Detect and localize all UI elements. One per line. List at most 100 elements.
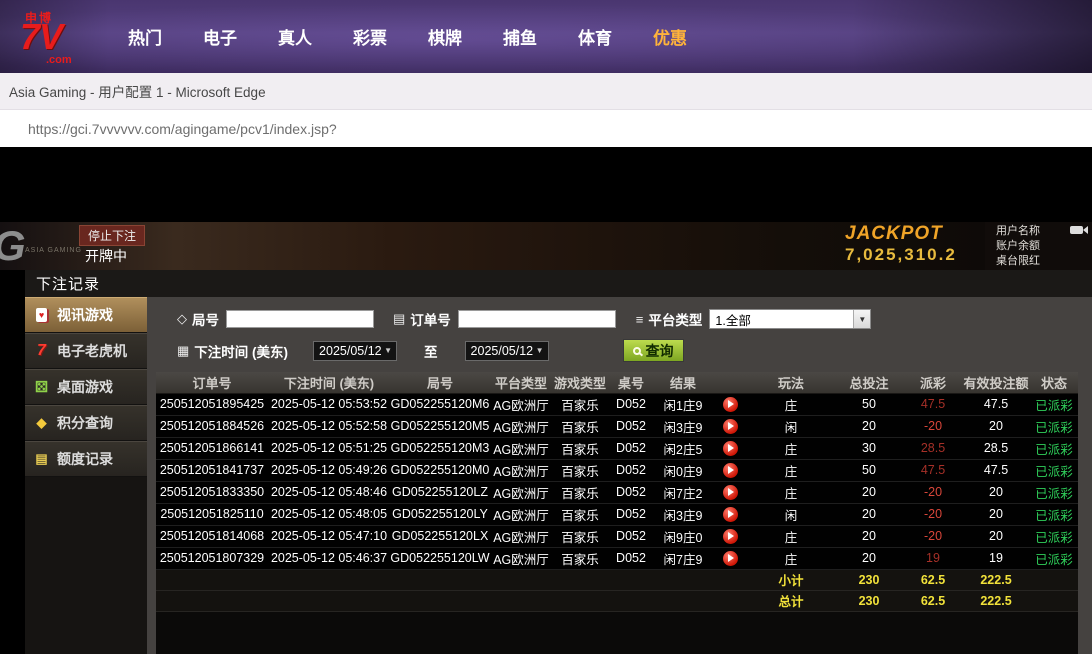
sidebar-item-video-games[interactable]: ♥ 视讯游戏 [25, 297, 147, 333]
cell-play: 庄 [748, 437, 834, 459]
sidebar-item-label: 电子老虎机 [57, 341, 127, 361]
dropdown-arrow-icon[interactable]: ▼ [853, 310, 870, 328]
browser-urlbar[interactable]: https://gci.7vvvvvv.com/agingame/pcv1/in… [0, 110, 1092, 147]
nav-item-lottery[interactable]: 彩票 [353, 24, 387, 49]
sidebar-item-slots[interactable]: 7 电子老虎机 [25, 333, 147, 369]
date-to-value: 2025/05/12 [471, 344, 534, 358]
nav-item-promotions[interactable]: 优惠 [653, 24, 687, 49]
sidebar-item-points-query[interactable]: ◆ 积分查询 [25, 405, 147, 441]
replay-button[interactable] [723, 397, 738, 412]
bet-time-label: 下注时间 (美东) [194, 341, 288, 361]
nav-item-sports[interactable]: 体育 [578, 24, 612, 49]
order-number-input[interactable] [458, 310, 616, 328]
play-icon [728, 532, 734, 540]
cell-total-bet: 50 [834, 459, 904, 481]
col-platform: 平台类型 [490, 372, 552, 393]
search-button[interactable]: 查询 [623, 339, 684, 362]
replay-button[interactable] [723, 419, 738, 434]
cell-platform: AG欧洲厅 [490, 437, 552, 459]
cell-replay [712, 481, 748, 503]
replay-button[interactable] [723, 551, 738, 566]
round-number-input[interactable] [226, 310, 374, 328]
replay-button[interactable] [723, 463, 738, 478]
cell-valid-bet: 28.5 [962, 437, 1030, 459]
cell-valid-bet: 20 [962, 415, 1030, 437]
sidebar: ♥ 视讯游戏 7 电子老虎机 ⚄ 桌面游戏 ◆ 积分查询 ▤ 额度记录 [25, 297, 147, 654]
casino-hero: G ASIA GAMING 停止下注 开牌中 JACKPOT 7,025,310… [0, 222, 1092, 270]
table-row: 250512051807329 2025-05-12 05:46:37 GD05… [156, 547, 1078, 569]
search-icon [633, 347, 641, 355]
search-button-label: 查询 [646, 341, 674, 361]
replay-button[interactable] [723, 507, 738, 522]
cell-status: 已派彩 [1030, 393, 1078, 415]
clipboard-icon: ▤ [393, 311, 405, 327]
sidebar-item-label: 积分查询 [57, 413, 113, 433]
cell-payout: 47.5 [904, 393, 962, 415]
slot-seven-icon: 7 [32, 342, 51, 360]
site-logo[interactable]: 申博 7V .com [18, 8, 90, 66]
col-game-type: 游戏类型 [552, 372, 608, 393]
cell-order-id: 250512051866141 [156, 437, 268, 459]
nav-item-slots[interactable]: 电子 [203, 24, 237, 49]
cell-replay [712, 415, 748, 437]
cell-order-id: 250512051841737 [156, 459, 268, 481]
cell-play: 庄 [748, 459, 834, 481]
cell-total-bet: 30 [834, 437, 904, 459]
page: 申博 7V .com 热门 电子 真人 彩票 棋牌 捕鱼 体育 优惠 Asia … [0, 0, 1092, 654]
nav-item-chess[interactable]: 棋牌 [428, 24, 462, 49]
cell-game-type: 百家乐 [552, 547, 608, 569]
dice-icon: ⚄ [32, 378, 51, 396]
col-bet-time: 下注时间 (美东) [268, 372, 390, 393]
cell-replay [712, 437, 748, 459]
date-from-picker[interactable]: 2025/05/12 ▼ [313, 341, 397, 361]
sidebar-item-table-games[interactable]: ⚄ 桌面游戏 [25, 369, 147, 405]
platform-selected-value: 1.全部 [715, 310, 750, 329]
cell-game-type: 百家乐 [552, 459, 608, 481]
play-icon [728, 488, 734, 496]
grand-total-valid-bet: 222.5 [962, 590, 1030, 611]
nav-item-fishing[interactable]: 捕鱼 [503, 24, 537, 49]
table-row: 250512051833350 2025-05-12 05:48:46 GD05… [156, 481, 1078, 503]
dropdown-arrow-icon: ▼ [384, 346, 392, 355]
nav-item-live[interactable]: 真人 [278, 24, 312, 49]
url-text[interactable]: https://gci.7vvvvvv.com/agingame/pcv1/in… [28, 121, 337, 137]
cell-replay [712, 503, 748, 525]
cell-table-id: D052 [608, 459, 654, 481]
jackpot-display: JACKPOT 7,025,310.2 [845, 223, 995, 265]
cell-round-id: GD052255120M0 [390, 459, 490, 481]
cell-valid-bet: 20 [962, 503, 1030, 525]
cell-platform: AG欧洲厅 [490, 547, 552, 569]
col-valid-bet: 有效投注额 [962, 372, 1030, 393]
cell-valid-bet: 19 [962, 547, 1030, 569]
browser-titlebar: Asia Gaming - 用户配置 1 - Microsoft Edge [0, 73, 1092, 110]
cell-platform: AG欧洲厅 [490, 393, 552, 415]
nav-item-hot[interactable]: 热门 [128, 24, 162, 49]
cell-play: 庄 [748, 525, 834, 547]
grand-total-total-bet: 230 [834, 590, 904, 611]
cell-result: 闲7庄9 [654, 547, 712, 569]
replay-button[interactable] [723, 485, 738, 500]
cell-payout: 47.5 [904, 459, 962, 481]
order-number-label: 订单号 [410, 309, 451, 329]
panel-body: ♥ 视讯游戏 7 电子老虎机 ⚄ 桌面游戏 ◆ 积分查询 ▤ 额度记录 [25, 297, 1092, 654]
replay-button[interactable] [723, 441, 738, 456]
cell-payout: -20 [904, 503, 962, 525]
cell-status: 已派彩 [1030, 415, 1078, 437]
replay-button[interactable] [723, 529, 738, 544]
cell-table-id: D052 [608, 481, 654, 503]
date-to-picker[interactable]: 2025/05/12 ▼ [465, 341, 549, 361]
account-balance-label: 账户余额 [996, 239, 1092, 254]
cell-order-id: 250512051884526 [156, 415, 268, 437]
cell-round-id: GD052255120M5 [390, 415, 490, 437]
calendar-icon: ▦ [177, 343, 189, 359]
sidebar-item-credit-records[interactable]: ▤ 额度记录 [25, 441, 147, 477]
subtotal-payout: 62.5 [904, 569, 962, 590]
platform-select[interactable]: 1.全部 ▼ [709, 309, 871, 329]
col-total-bet: 总投注 [834, 372, 904, 393]
cards-icon: ♥ [32, 308, 51, 322]
cell-table-id: D052 [608, 393, 654, 415]
cell-bet-time: 2025-05-12 05:49:26 [268, 459, 390, 481]
records-content: ◇ 局号 ▤ 订单号 ≡ 平台类型 1.全部 ▼ ▦ 下注时间 (美东) [147, 297, 1092, 654]
cell-replay [712, 459, 748, 481]
grand-total-payout: 62.5 [904, 590, 962, 611]
